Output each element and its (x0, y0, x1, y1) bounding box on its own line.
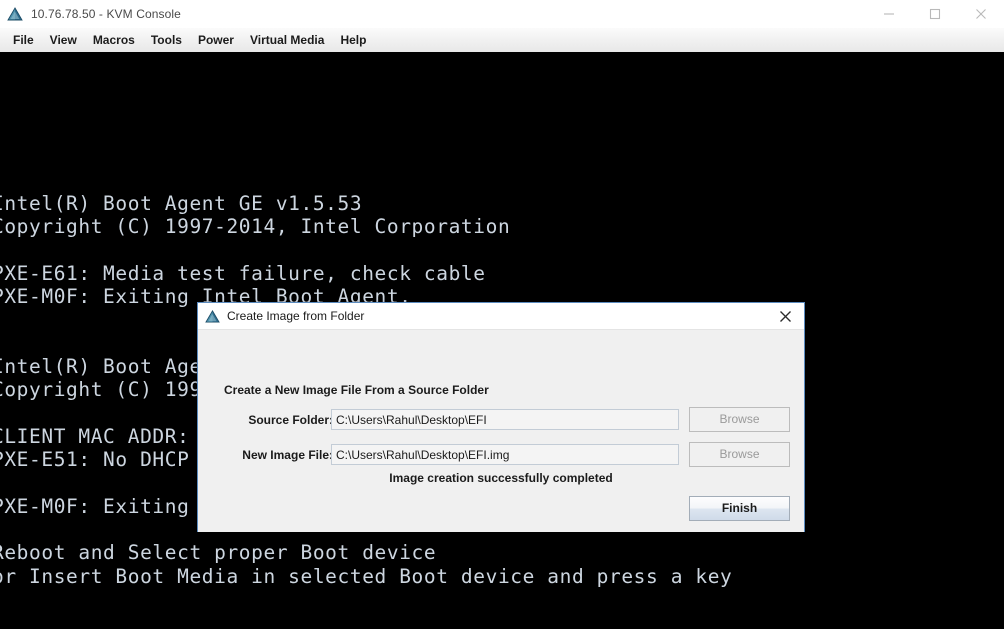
window-title: 10.76.78.50 - KVM Console (31, 7, 181, 21)
close-icon[interactable] (958, 0, 1004, 28)
window-controls (866, 0, 1004, 28)
menu-item-power[interactable]: Power (190, 30, 242, 50)
console-line: Intel(R) Boot Agent GE v1.5.53 (0, 191, 363, 215)
kvm-pyramid-icon (7, 6, 23, 22)
new-image-file-label: New Image File: (242, 448, 333, 462)
menu-item-virtual-media[interactable]: Virtual Media (242, 30, 332, 50)
maximize-icon[interactable] (912, 0, 958, 28)
menubar: File View Macros Tools Power Virtual Med… (0, 28, 1004, 52)
kvm-pyramid-icon (205, 309, 220, 324)
new-image-file-browse-button[interactable]: Browse (689, 442, 790, 467)
dialog-title: Create Image from Folder (227, 309, 365, 323)
source-folder-row: Source Folder: Browse (198, 407, 804, 432)
console-line: Copyright (C) 1997-2014, Intel Corporati… (0, 215, 511, 239)
console-line: Reboot and Select proper Boot device (0, 541, 437, 565)
dialog-heading: Create a New Image File From a Source Fo… (224, 383, 489, 397)
menu-item-file[interactable]: File (5, 30, 42, 50)
finish-button[interactable]: Finish (689, 496, 790, 521)
status-message: Image creation successfully completed (389, 471, 613, 485)
dialog-body: Create a New Image File From a Source Fo… (198, 330, 804, 532)
source-folder-browse-button[interactable]: Browse (689, 407, 790, 432)
source-folder-label: Source Folder: (248, 413, 333, 427)
menu-item-tools[interactable]: Tools (143, 30, 190, 50)
console-line: or Insert Boot Media in selected Boot de… (0, 564, 733, 588)
new-image-file-input[interactable] (331, 444, 679, 465)
menu-item-view[interactable]: View (42, 30, 85, 50)
new-image-file-row: New Image File: Browse (198, 442, 804, 467)
minimize-icon[interactable] (866, 0, 912, 28)
menu-item-macros[interactable]: Macros (85, 30, 143, 50)
dialog-titlebar: Create Image from Folder (198, 303, 804, 330)
source-folder-input[interactable] (331, 409, 679, 430)
close-icon[interactable] (766, 303, 804, 329)
kvm-console-window: 10.76.78.50 - KVM Console File View Macr… (0, 0, 1004, 629)
menu-item-help[interactable]: Help (332, 30, 374, 50)
console-line: PXE-E61: Media test failure, check cable (0, 261, 486, 285)
window-titlebar: 10.76.78.50 - KVM Console (0, 0, 1004, 28)
create-image-from-folder-dialog: Create Image from Folder Create a New Im… (197, 302, 805, 532)
